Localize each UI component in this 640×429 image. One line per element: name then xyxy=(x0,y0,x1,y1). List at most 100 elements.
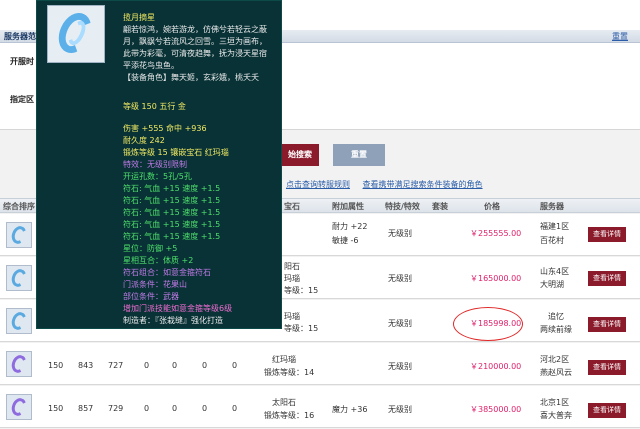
item-thumbnail[interactable] xyxy=(6,351,32,377)
attr-cell: 魔力 +36 xyxy=(332,405,368,414)
item-tooltip: 揽月摘星 翩若惊鸿，婉若游龙，仿佛兮若轻云之蔽 月，飘飖兮若流风之回雪。三垣为画… xyxy=(36,0,282,329)
combo-line: 门派条件：花果山 xyxy=(123,280,187,289)
gem-line: 锻炼等级：14 xyxy=(264,368,315,377)
price-highlight-circle xyxy=(453,307,523,341)
price-cell: ￥255555.00 xyxy=(470,229,522,238)
desc-line: 翩若惊鸿，婉若游龙，仿佛兮若轻云之蔽 xyxy=(123,25,267,34)
level-cell: 150 xyxy=(48,404,64,413)
server-line: 福建1区 xyxy=(540,222,570,231)
header-price[interactable]: 价格 xyxy=(484,201,500,212)
header-gem: 宝石 xyxy=(284,202,300,211)
view-roles-link[interactable]: 查看携带满足搜索条件装备的角色 xyxy=(363,180,483,189)
stat-cell: 0 xyxy=(232,404,238,413)
item-icon xyxy=(47,5,105,63)
gem-line: 阳石 xyxy=(284,262,300,271)
effect-line: 特效：无级别限制 xyxy=(123,160,187,169)
rune-line: 符石: 气血 +15 速度 +1.5 xyxy=(123,220,221,229)
table-row: 150 857 729 0 0 0 0 太阳石 锻炼等级：16 魔力 +36 无… xyxy=(0,386,640,428)
equip-role-line: 【装备角色】舞天姬，玄彩娥，桃夭夭 xyxy=(123,73,259,82)
maker-line: 制造者：『张栽缝』强化打造 xyxy=(123,316,223,325)
stat-cell: 843 xyxy=(78,361,94,370)
rune-line: 符石: 气血 +15 速度 +1.5 xyxy=(123,208,221,217)
stat-cell: 0 xyxy=(172,361,178,370)
stat-line: 耐久度 242 xyxy=(123,136,165,145)
server-line: 百花村 xyxy=(540,236,564,245)
view-detail-button[interactable]: 查看详情 xyxy=(588,227,626,242)
table-row: 150 843 727 0 0 0 0 红玛瑙 锻炼等级：14 无级别 ￥210… xyxy=(0,343,640,385)
server-line: 燕赵风云 xyxy=(540,368,572,377)
stat-cell: 729 xyxy=(108,404,124,413)
rune-line: 符石: 气血 +15 速度 +1.5 xyxy=(123,196,221,205)
open-time-label: 开服时 xyxy=(10,57,34,66)
item-title: 揽月摘星 xyxy=(123,13,155,22)
server-reset-link[interactable]: 重置 xyxy=(612,31,628,42)
server-line: 山东4区 xyxy=(540,267,570,276)
desc-line: 月，飘飖兮若流风之回雪。三垣为画布， xyxy=(123,37,267,46)
rune-line: 符石: 气血 +15 速度 +1.5 xyxy=(123,184,221,193)
special-cell: 无级别 xyxy=(388,229,412,238)
view-detail-button[interactable]: 查看详情 xyxy=(588,317,626,332)
stat-cell: 0 xyxy=(172,404,178,413)
stat-cell: 0 xyxy=(202,361,208,370)
price-cell: ￥210000.00 xyxy=(470,362,522,371)
header-special: 特技/特效 xyxy=(385,202,420,211)
search-button[interactable]: 始搜索 xyxy=(281,144,319,166)
gem-line: 等级：15 xyxy=(284,286,319,295)
item-thumbnail[interactable] xyxy=(6,265,32,291)
server-line: 两续前缘 xyxy=(540,325,572,334)
view-detail-button[interactable]: 查看详情 xyxy=(588,360,626,375)
stat-line: 锻炼等级 15 镶嵌宝石 红玛瑙 xyxy=(123,148,229,157)
gem-line: 太阳石 xyxy=(272,398,296,407)
price-cell: ￥165000.00 xyxy=(470,274,522,283)
server-line: 喜大普奔 xyxy=(540,411,572,420)
stat-cell: 0 xyxy=(144,404,150,413)
gem-line: 锻炼等级：16 xyxy=(264,411,315,420)
gem-line: 玛瑙 xyxy=(284,312,300,321)
stat-cell: 0 xyxy=(202,404,208,413)
item-thumbnail[interactable] xyxy=(6,222,32,248)
special-cell: 无级别 xyxy=(388,362,412,371)
desc-line: 此带为彩毫，可清夜趋舞，抚为浸天星宿 xyxy=(123,49,267,58)
stat-cell: 0 xyxy=(232,361,238,370)
header-attr: 附加属性 xyxy=(332,202,364,211)
rune-line: 符石: 气血 +15 速度 +1.5 xyxy=(123,232,221,241)
stat-line: 伤害 +555 命中 +936 xyxy=(123,124,207,133)
combo-line: 增加门派技能如意金箍等级6级 xyxy=(123,304,233,313)
server-line: 河北2区 xyxy=(540,355,570,364)
attr-line: 耐力 +22 xyxy=(332,222,368,231)
attr-line: 敏捷 -6 xyxy=(332,236,359,245)
combo-line: 符石组合：如意金箍符石 xyxy=(123,268,211,277)
special-cell: 无级别 xyxy=(388,405,412,414)
stat-cell: 727 xyxy=(108,361,124,370)
stat-cell: 0 xyxy=(144,361,150,370)
combo-line: 部位条件：武器 xyxy=(123,292,179,301)
designated-label: 指定区 xyxy=(10,95,34,104)
holes-line: 开运孔数：5孔/5孔 xyxy=(123,172,192,181)
link-bar: 点击查询转服规则 查看携带满足搜索条件装备的角色 xyxy=(286,179,493,190)
special-cell: 无级别 xyxy=(388,319,412,328)
header-server: 服务器 xyxy=(540,202,564,211)
stat-cell: 857 xyxy=(78,404,94,413)
server-line: 北京1区 xyxy=(540,398,570,407)
gem-line: 红玛瑙 xyxy=(272,355,296,364)
item-thumbnail[interactable] xyxy=(6,308,32,334)
header-set: 套装 xyxy=(432,202,448,211)
transfer-rules-link[interactable]: 点击查询转服规则 xyxy=(286,180,350,189)
server-line: 追忆 xyxy=(548,312,564,321)
server-section-label: 服务器范 xyxy=(4,32,36,41)
star-match-line: 星相互合：体质 +2 xyxy=(123,256,194,265)
price-cell: ￥385000.00 xyxy=(470,405,522,414)
view-detail-button[interactable]: 查看详情 xyxy=(588,271,626,286)
reset-button[interactable]: 重置 xyxy=(333,144,385,166)
special-cell: 无级别 xyxy=(388,274,412,283)
server-line: 大明湖 xyxy=(540,280,564,289)
star-line: 星位：防御 +5 xyxy=(123,244,178,253)
level-cell: 150 xyxy=(48,361,64,370)
item-thumbnail[interactable] xyxy=(6,394,32,420)
desc-line: 平添花鸟虫鱼。 xyxy=(123,61,179,70)
level-line: 等级 150 五行 金 xyxy=(123,102,186,111)
header-rank[interactable]: 综合排序 xyxy=(3,201,35,212)
gem-line: 玛瑙 xyxy=(284,274,300,283)
gem-line: 等级：15 xyxy=(284,324,319,333)
view-detail-button[interactable]: 查看详情 xyxy=(588,403,626,418)
